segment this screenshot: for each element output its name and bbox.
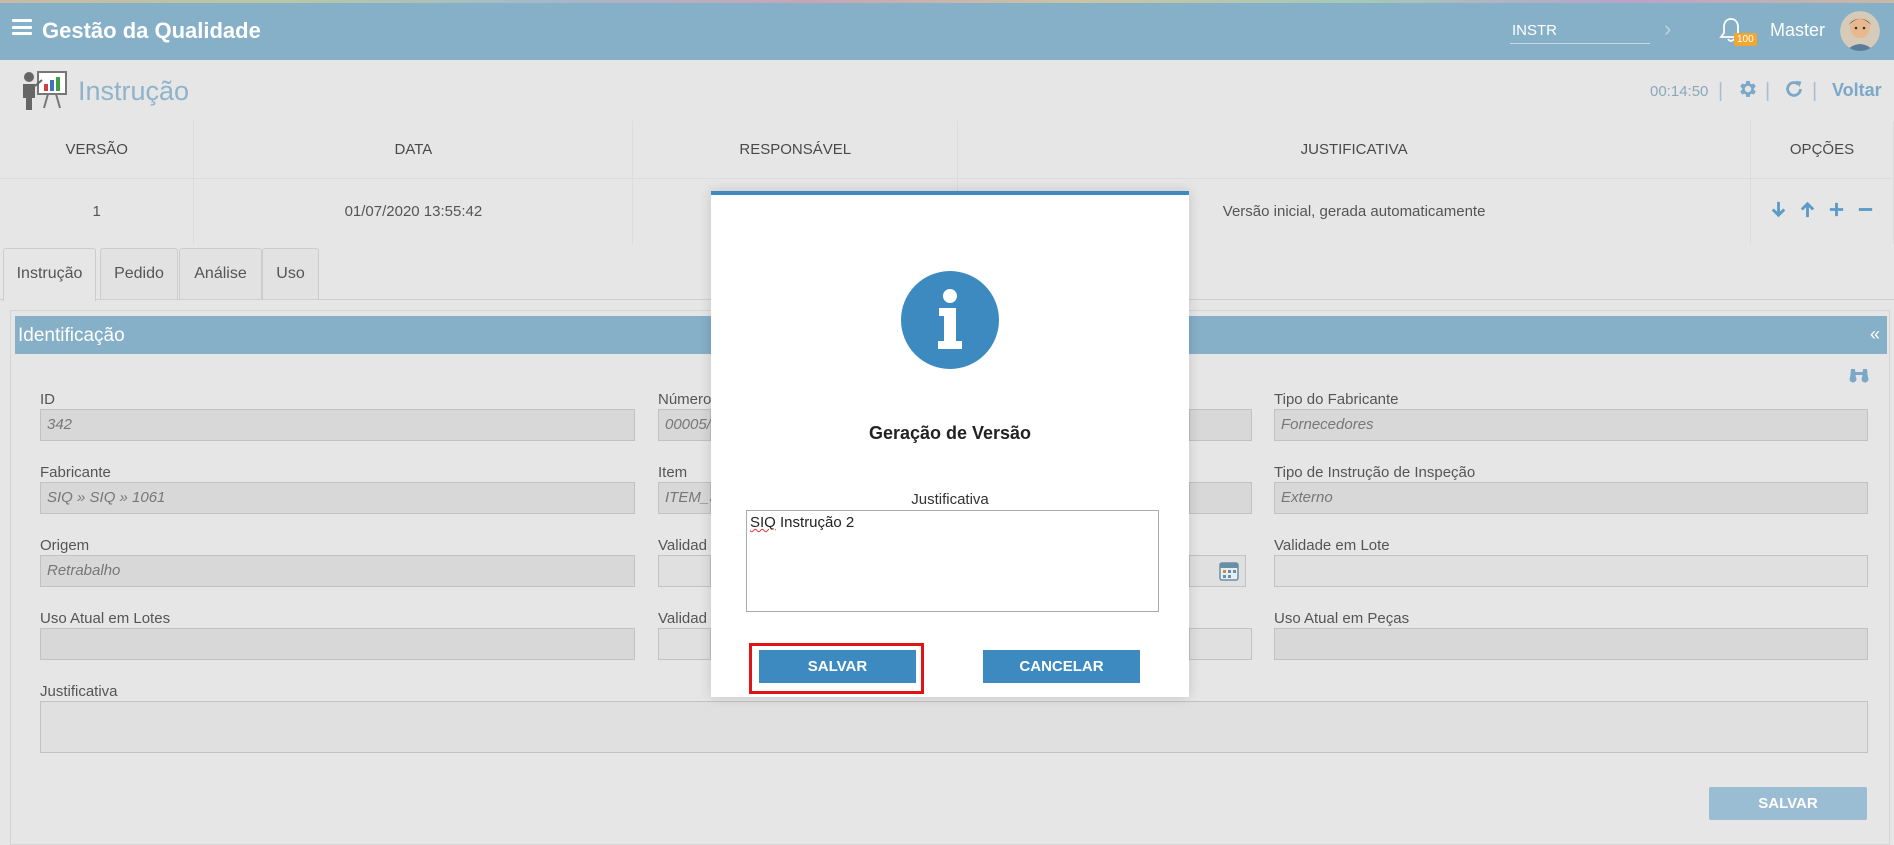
save-button[interactable]: SALVAR [759, 650, 916, 683]
textarea-text: Instrução 2 [775, 514, 855, 531]
dialog-field-label: Justificativa [911, 491, 989, 508]
info-icon [901, 271, 999, 369]
dialog-title: Geração de Versão [868, 423, 1032, 443]
spellcheck-word: SIQ [750, 514, 776, 531]
justificativa-dialog-textarea[interactable]: SIQ Instrução 2 [746, 510, 1159, 612]
version-dialog: Geração de Versão Justificativa SIQ Inst… [711, 191, 1189, 697]
cancel-button[interactable]: CANCELAR [983, 650, 1140, 683]
